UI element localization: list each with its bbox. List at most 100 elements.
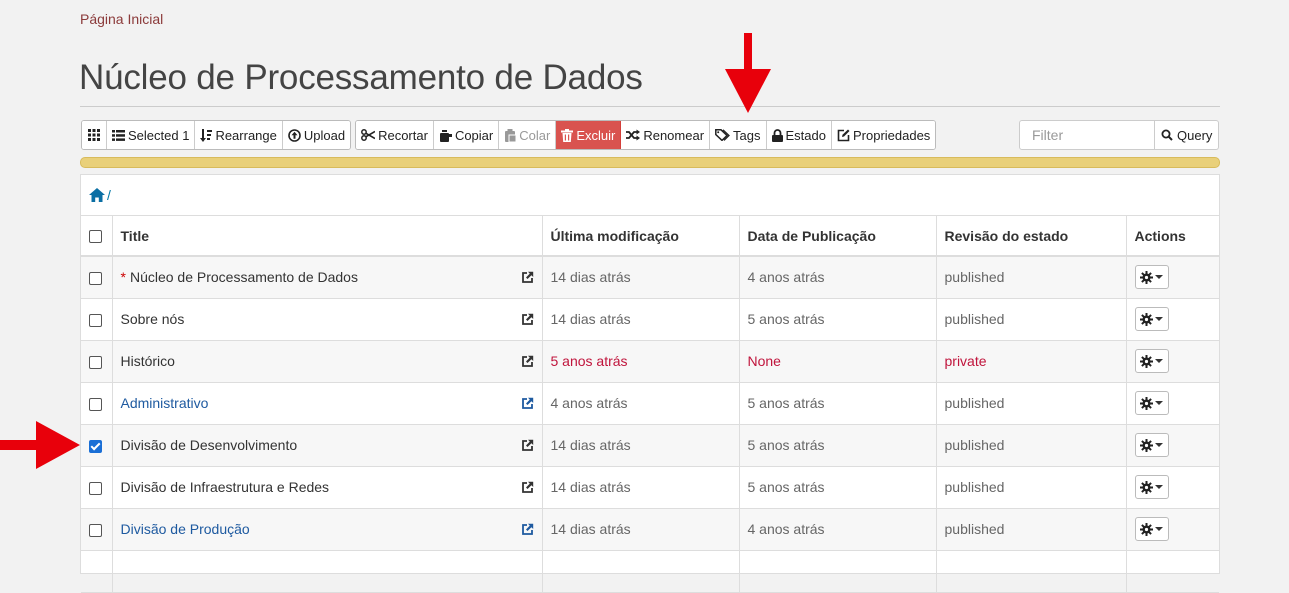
copy-button[interactable]: Copiar (433, 121, 500, 149)
state-button[interactable]: Estado (766, 121, 832, 149)
modified-cell: 5 anos atrás (542, 340, 740, 383)
column-header-state[interactable]: Revisão do estado (936, 216, 1127, 257)
published-cell: 5 anos atrás (739, 466, 937, 509)
row-select-cell[interactable] (81, 256, 113, 299)
select-all-checkbox[interactable] (89, 230, 102, 244)
external-link-icon[interactable] (521, 397, 534, 410)
chevron-down-icon (1155, 317, 1163, 321)
paste-label: Colar (519, 127, 551, 143)
modified-cell: 14 dias atrás (542, 466, 740, 509)
actions-dropdown-button[interactable] (1134, 265, 1169, 290)
title-cell: Divisão de Produção (112, 508, 543, 551)
contents-table: Title Última modificação Data de Publica… (81, 216, 1219, 593)
external-link-icon[interactable] (521, 523, 534, 536)
row-checkbox[interactable] (89, 313, 102, 327)
tags-button[interactable]: Tags (710, 121, 767, 149)
external-link-icon[interactable] (521, 481, 534, 494)
lock-icon (771, 128, 783, 142)
state-label: Estado (785, 127, 826, 143)
row-select-cell[interactable] (81, 298, 113, 341)
cut-label: Recortar (378, 127, 428, 143)
item-title-link[interactable]: Divisão de Desenvolvimento (121, 437, 298, 453)
actions-dropdown-button[interactable] (1134, 475, 1169, 499)
grid-view-button[interactable] (82, 121, 107, 149)
actions-cell (1126, 466, 1219, 509)
filter-input[interactable] (1019, 120, 1155, 150)
row-checkbox[interactable] (89, 272, 102, 286)
item-title-link[interactable]: Sobre nós (121, 311, 185, 327)
actions-dropdown-button[interactable] (1134, 391, 1169, 415)
table-row: Sobre nós 14 dias atrás 5 anos atrás publis… (81, 298, 1219, 341)
home-icon[interactable] (89, 188, 105, 202)
row-checkbox[interactable] (89, 397, 102, 411)
actions-cell (1126, 424, 1219, 467)
toolbar: Selected 1 Rearrange Upload Recortar Copiar… (81, 120, 940, 150)
rename-button[interactable]: Renomear (621, 121, 711, 149)
paste-button[interactable]: Colar (499, 121, 557, 149)
state-cell: published (936, 298, 1127, 341)
rename-label: Renomear (643, 127, 705, 143)
external-link-icon[interactable] (521, 313, 534, 326)
actions-dropdown-button[interactable] (1134, 349, 1169, 373)
gear-icon (1140, 522, 1153, 536)
default-page-marker: * (120, 269, 126, 286)
rearrange-button[interactable]: Rearrange (195, 121, 283, 149)
actions-cell (1126, 508, 1219, 551)
item-title-link[interactable]: Histórico (121, 353, 175, 369)
row-select-cell[interactable] (81, 466, 113, 509)
row-select-cell[interactable] (81, 424, 113, 467)
state-cell: published (936, 382, 1127, 425)
row-select-cell[interactable] (81, 508, 113, 551)
external-link-icon[interactable] (521, 439, 534, 452)
item-title-link[interactable]: Divisão de Produção (121, 521, 250, 537)
external-link-icon[interactable] (521, 355, 534, 368)
row-select-cell[interactable] (81, 550, 113, 593)
column-header-modified[interactable]: Última modificação (542, 216, 740, 257)
cut-button[interactable]: Recortar (356, 121, 434, 149)
published-cell: 5 anos atrás (739, 298, 937, 341)
filter-box: Query (1019, 120, 1220, 150)
modified-cell: 4 anos atrás (542, 382, 740, 425)
row-checkbox[interactable] (89, 523, 102, 537)
row-select-cell[interactable] (81, 382, 113, 425)
properties-button[interactable]: Propriedades (831, 121, 936, 149)
item-title-link[interactable]: Administrativo (121, 395, 209, 411)
state-cell: published (936, 256, 1127, 299)
item-title-link[interactable]: Núcleo de Processamento de Dados (130, 269, 358, 285)
row-checkbox[interactable] (89, 355, 102, 369)
selected-button[interactable]: Selected 1 (107, 121, 196, 149)
row-checkbox[interactable] (89, 481, 102, 495)
select-all-header[interactable] (81, 216, 113, 257)
chevron-down-icon (1155, 485, 1163, 489)
state-cell: published (936, 466, 1127, 509)
item-title-link[interactable]: Divisão de Infraestrutura e Redes (121, 479, 330, 495)
delete-button[interactable]: Excluir (556, 121, 622, 149)
state-cell: published (936, 508, 1127, 551)
column-header-published[interactable]: Data de Publicação (739, 216, 937, 257)
title-cell: Divisão de Infraestrutura e Redes (112, 466, 543, 509)
rearrange-label: Rearrange (215, 127, 277, 143)
upload-label: Upload (303, 127, 346, 143)
external-link-icon[interactable] (521, 271, 534, 284)
row-select-cell[interactable] (81, 340, 113, 383)
paste-icon (504, 128, 517, 142)
actions-dropdown-button[interactable] (1134, 517, 1169, 541)
column-header-title[interactable]: Title (112, 216, 543, 257)
toolbar-group-view: Selected 1 Rearrange Upload (81, 120, 352, 150)
gear-icon (1140, 270, 1153, 284)
row-checkbox[interactable] (89, 439, 102, 453)
table-header-row: Title Última modificação Data de Publica… (81, 216, 1219, 257)
breadcrumb-home-link[interactable]: Página Inicial (80, 11, 163, 27)
title-cell: * Núcleo de Processamento de Dados (112, 256, 543, 299)
query-button[interactable]: Query (1155, 120, 1220, 150)
state-cell: private (936, 340, 1127, 383)
modified-cell: 14 dias atrás (542, 298, 740, 341)
gear-icon (1140, 438, 1153, 452)
actions-dropdown-button[interactable] (1134, 433, 1169, 457)
upload-button[interactable]: Upload (282, 121, 351, 149)
edit-icon (837, 129, 850, 142)
table-row (81, 550, 1219, 593)
table-row: Divisão de Desenvolvimento 14 dias atrás 5… (81, 424, 1219, 467)
actions-dropdown-button[interactable] (1134, 307, 1169, 331)
published-cell: None (739, 340, 937, 383)
